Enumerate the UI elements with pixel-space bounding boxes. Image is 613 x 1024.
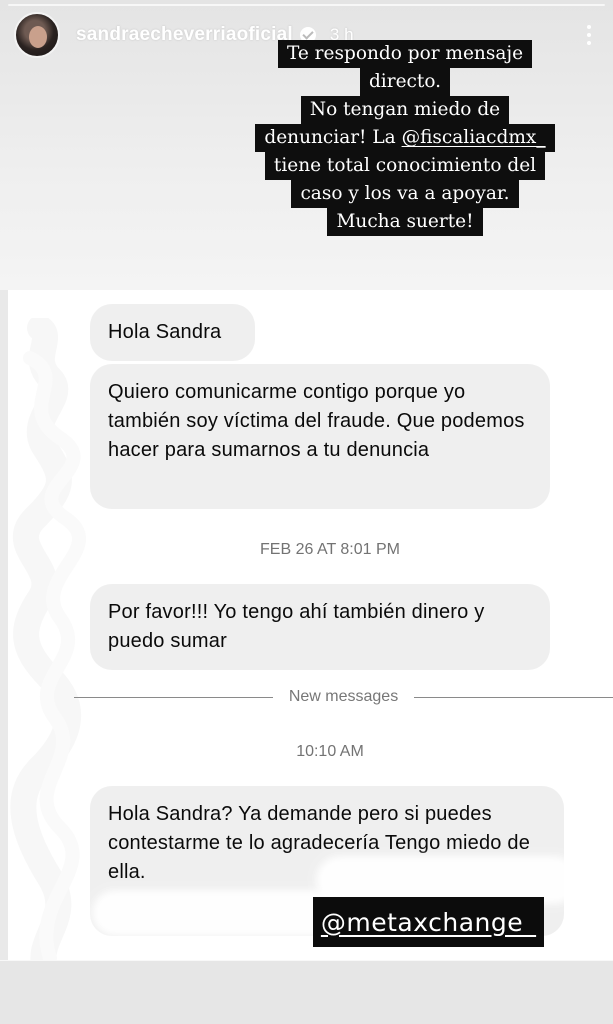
mention-link[interactable]: @fiscaliacdmx_ [402,127,546,148]
redaction-blur [98,896,343,930]
caption-line: Mucha suerte! [327,208,483,236]
message-bubble: Por favor!!! Yo tengo ahí también dinero… [90,584,550,670]
more-options-icon[interactable] [579,20,599,50]
new-messages-label: New messages [288,688,399,705]
mention-sticker[interactable]: @metaxchange_ [313,897,544,947]
caption-line: directo. [359,68,451,96]
caption-line: Te respondo por mensaje [277,40,533,68]
divider-line [74,696,273,698]
caption-line: denunciar! La @fiscaliacdmx_ [255,124,555,152]
avatar[interactable] [14,12,60,58]
new-messages-divider: New messages [74,687,613,707]
redaction-blur [322,862,572,898]
caption-line: No tengan miedo de [300,96,510,124]
story-bottom-bar [0,960,613,1024]
message-bubble: Hola Sandra [90,304,255,361]
divider-line [414,696,613,698]
message-timestamp: FEB 26 AT 8:01 PM [260,541,400,558]
message-timestamp: 10:10 AM [296,743,364,760]
caption-line: caso y los va a apoyar. [291,180,519,208]
story-caption: Te respondo por mensaje directo. No teng… [240,40,570,236]
message-bubble: Quiero comunicarme contigo porque yo tam… [90,364,550,509]
story-progress-bar [8,4,605,6]
redaction-scribble [10,318,86,978]
caption-line: tiene total conocimiento del [264,152,546,180]
